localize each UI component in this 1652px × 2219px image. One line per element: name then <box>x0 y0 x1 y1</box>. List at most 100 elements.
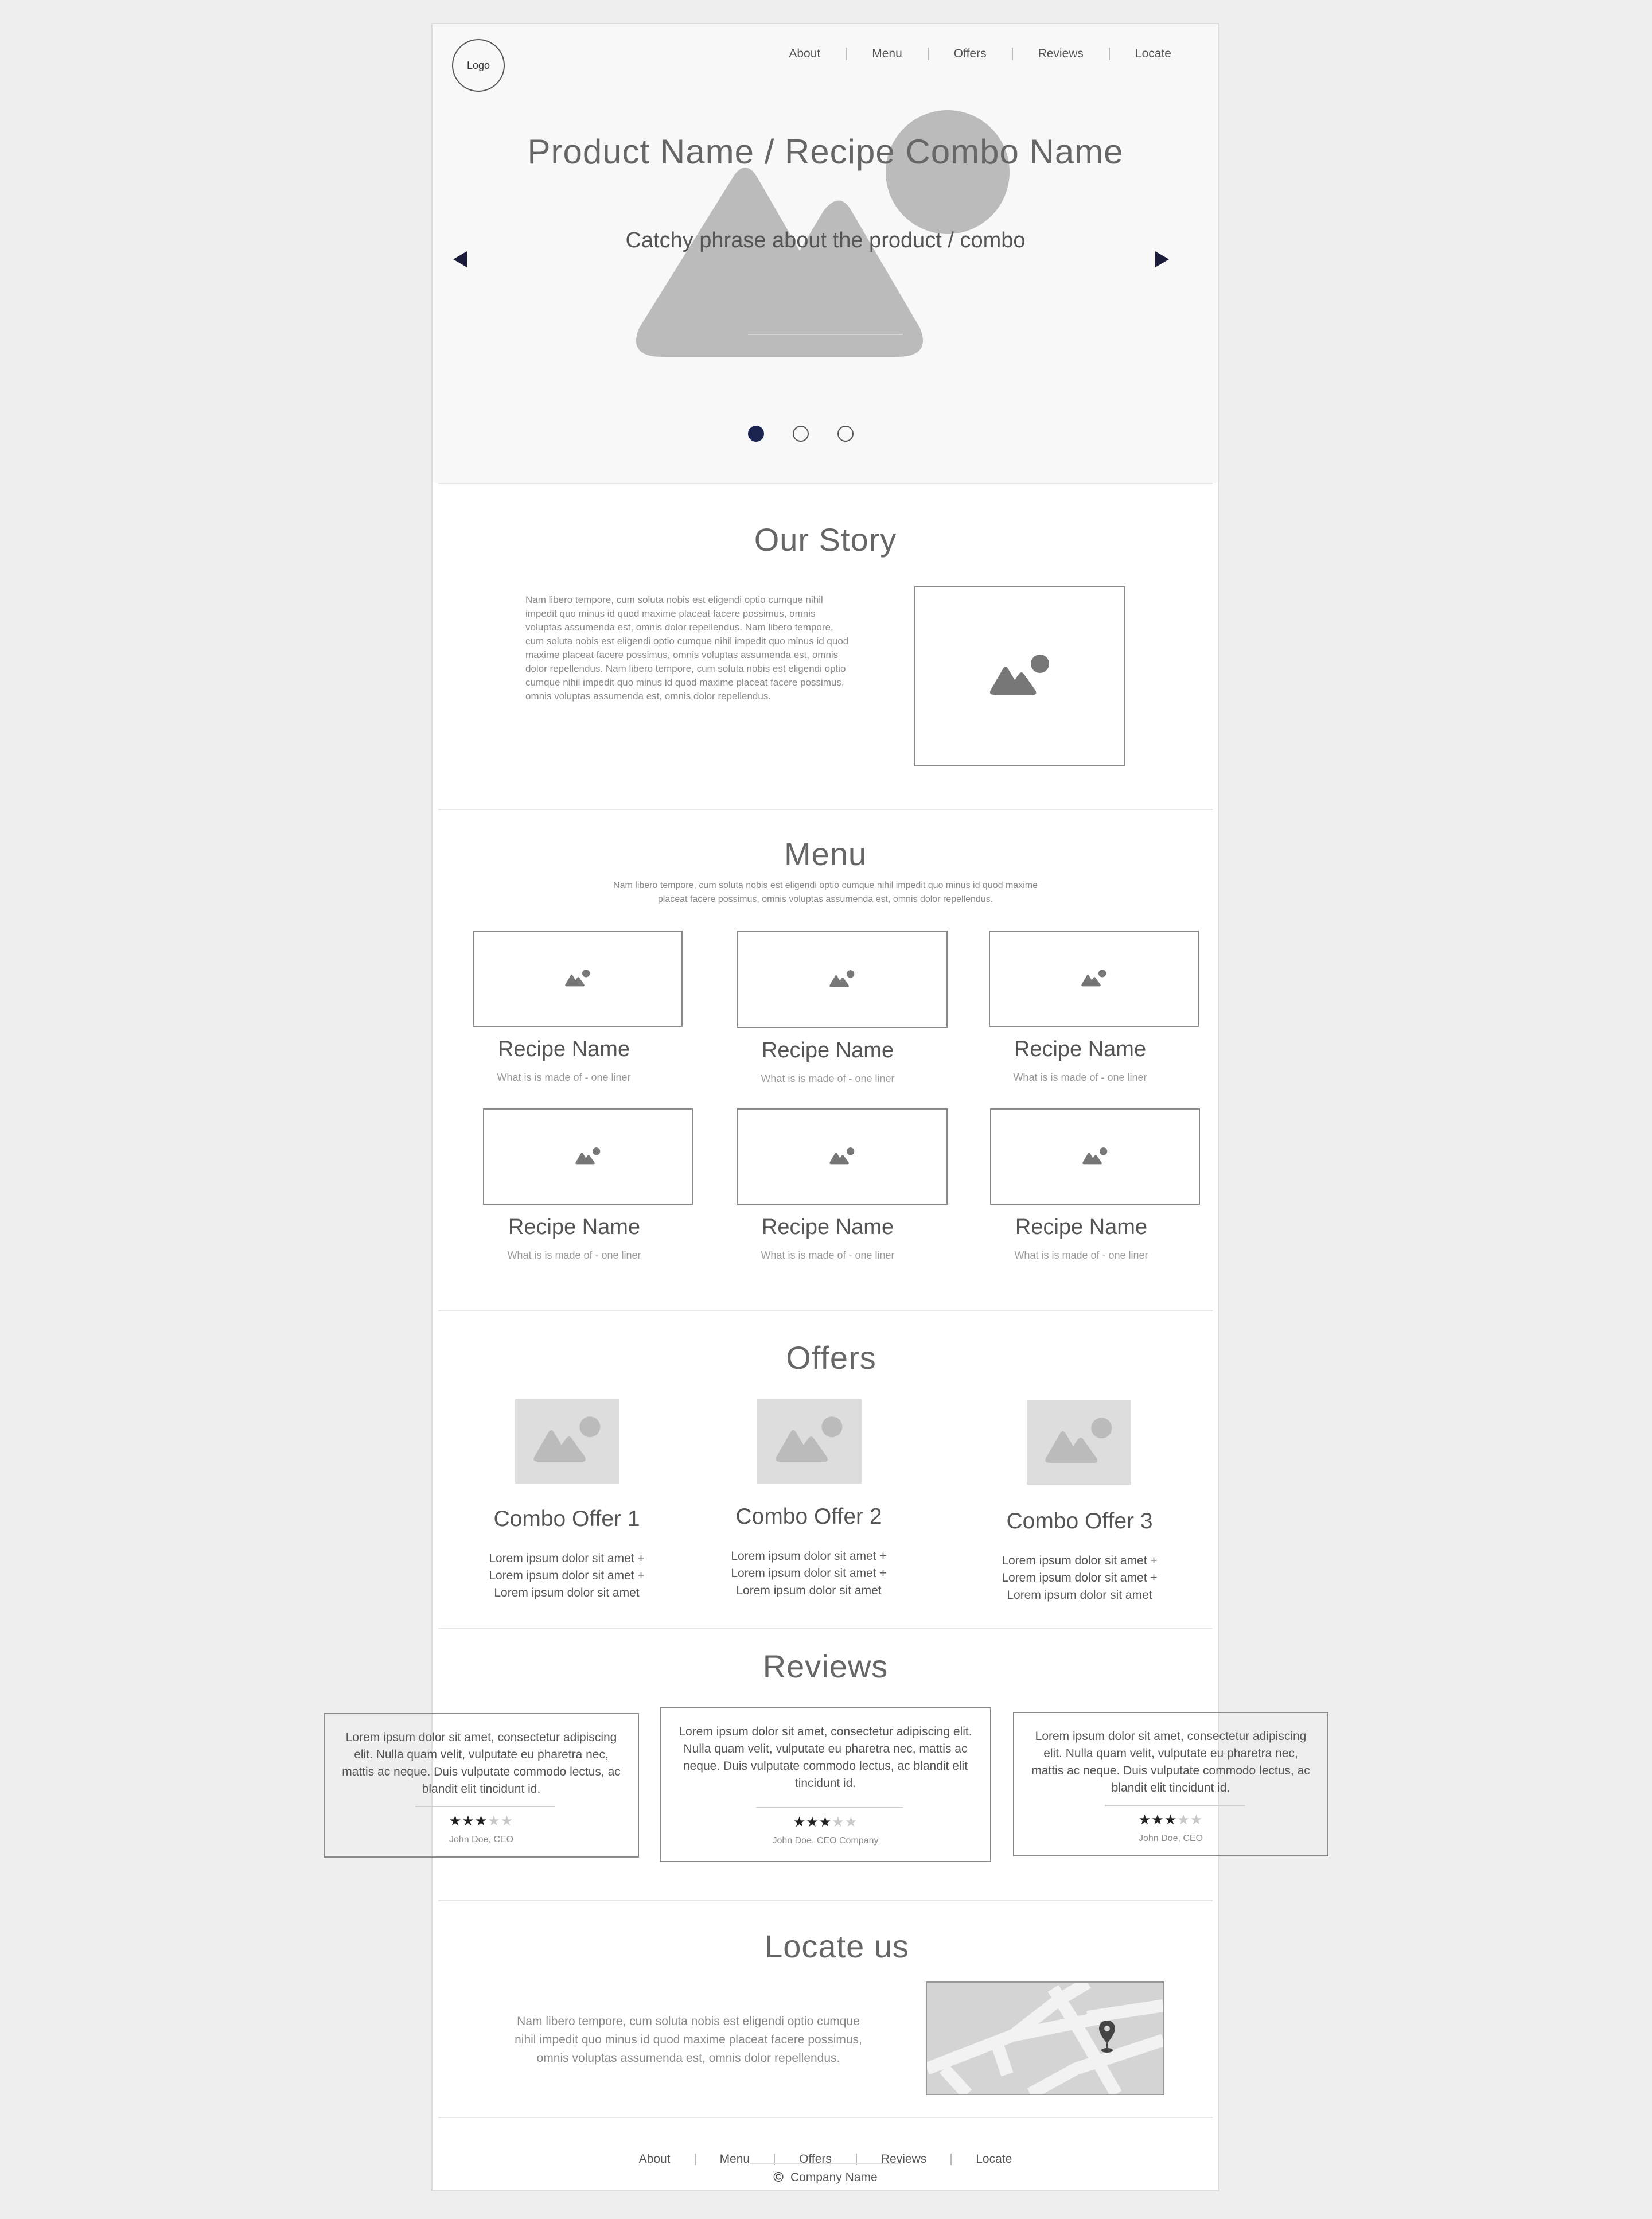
offer-line: Lorem ipsum dolor sit amet + <box>489 1569 645 1582</box>
recipe-name: Recipe Name <box>761 1038 894 1062</box>
star-icon: ★ <box>1190 1812 1203 1828</box>
nav-offers[interactable]: Offers <box>929 47 1012 61</box>
recipe-name: Recipe Name <box>1014 1037 1147 1061</box>
section-divider <box>438 2117 1213 2118</box>
image-icon <box>1081 970 1106 987</box>
star-icon: ★ <box>793 1815 806 1830</box>
hero-title: Product Name / Recipe Combo Name <box>527 133 1124 171</box>
star-icon: ★ <box>819 1815 832 1830</box>
offer-line: Lorem ipsum dolor sit amet <box>494 1586 640 1599</box>
star-icon: ★ <box>1151 1812 1164 1828</box>
recipe-image[interactable] <box>737 931 948 1028</box>
footer-nav-about[interactable]: About <box>615 2152 695 2166</box>
recipe-image[interactable] <box>990 1108 1200 1205</box>
offer-name: Combo Offer 1 <box>493 1506 640 1531</box>
arrow-left-icon[interactable] <box>453 251 467 267</box>
image-icon <box>1082 1147 1108 1165</box>
star-icon: ★ <box>1138 1812 1152 1828</box>
page: Logo About Menu Offers Reviews Locate Pr… <box>431 23 1219 2191</box>
star-rating: ★★★★★ <box>661 1814 990 1831</box>
hero-section: Logo About Menu Offers Reviews Locate Pr… <box>433 24 1218 483</box>
footer-line <box>750 2163 901 2164</box>
arrow-right-icon[interactable] <box>1155 251 1169 267</box>
star-rating: ★★★★★ <box>1014 1812 1327 1828</box>
footer-nav-locate[interactable]: Locate <box>952 2152 1036 2166</box>
offer-line: Lorem ipsum dolor sit amet + <box>1002 1571 1158 1585</box>
section-divider <box>438 809 1213 810</box>
offers-title: Offers <box>786 1340 876 1376</box>
recipe-desc: What is is made of - one liner <box>761 1073 895 1084</box>
offer-image[interactable] <box>515 1399 620 1484</box>
menu-title: Menu <box>784 836 867 872</box>
recipe-desc: What is is made of - one liner <box>507 1249 641 1261</box>
offer-line: Lorem ipsum dolor sit amet + <box>731 1550 887 1563</box>
recipe-name: Recipe Name <box>1015 1215 1148 1239</box>
recipe-desc: What is is made of - one liner <box>497 1072 631 1083</box>
recipe-image[interactable] <box>737 1108 948 1205</box>
star-rating: ★★★★★ <box>325 1813 638 1829</box>
star-icon: ★ <box>1177 1812 1190 1828</box>
nav-locate[interactable]: Locate <box>1110 47 1171 61</box>
carousel-dot-1[interactable] <box>748 426 764 442</box>
image-icon <box>829 970 855 987</box>
recipe-name: Recipe Name <box>497 1037 630 1061</box>
carousel-dot-2[interactable] <box>793 426 809 442</box>
footer-nav-offers[interactable]: Offers <box>775 2152 856 2166</box>
image-icon <box>575 1147 601 1165</box>
recipe-name: Recipe Name <box>508 1215 641 1239</box>
map-icon[interactable] <box>926 1981 1164 2095</box>
star-icon: ★ <box>462 1813 475 1829</box>
logo[interactable]: Logo <box>452 39 505 92</box>
offer-desc: Lorem ipsum dolor sit amet + Lorem ipsum… <box>481 1550 653 1602</box>
offer-line: Lorem ipsum dolor sit amet + <box>731 1567 887 1580</box>
offer-desc: Lorem ipsum dolor sit amet + Lorem ipsum… <box>993 1552 1166 1604</box>
offer-line: Lorem ipsum dolor sit amet <box>1007 1589 1152 1602</box>
star-icon: ★ <box>474 1813 488 1829</box>
image-icon <box>565 970 590 987</box>
star-icon: ★ <box>844 1815 858 1830</box>
locate-text: Nam libero tempore, cum soluta nobis est… <box>515 2015 862 2065</box>
recipe-desc: What is is made of - one liner <box>1014 1249 1148 1261</box>
offer-line: Lorem ipsum dolor sit amet + <box>1002 1554 1158 1567</box>
section-divider <box>438 1310 1213 1311</box>
logo-label: Logo <box>466 59 490 71</box>
review-text: Lorem ipsum dolor sit amet, consectetur … <box>1031 1730 1310 1794</box>
image-icon <box>533 1416 601 1462</box>
review-author: John Doe, CEO <box>449 1835 514 1844</box>
section-divider <box>438 1900 1213 1901</box>
image-icon <box>1045 1418 1112 1463</box>
locate-title: Locate us <box>765 1928 909 1964</box>
offer-line: Lorem ipsum dolor sit amet <box>736 1584 882 1597</box>
review-author: John Doe, CEO Company <box>772 1836 879 1846</box>
recipe-desc: What is is made of - one liner <box>1013 1072 1147 1083</box>
carousel-dot-3[interactable] <box>837 426 854 442</box>
footer-nav: About Menu Offers Reviews Locate <box>433 2152 1218 2166</box>
review-text: Lorem ipsum dolor sit amet, consectetur … <box>342 1731 621 1796</box>
review-divider <box>1105 1805 1245 1806</box>
star-icon: ★ <box>500 1813 514 1829</box>
review-card: Lorem ipsum dolor sit amet, consectetur … <box>1013 1712 1328 1856</box>
nav-menu[interactable]: Menu <box>847 47 928 61</box>
recipe-image[interactable] <box>989 931 1199 1027</box>
top-nav: About Menu Offers Reviews Locate <box>763 47 1171 61</box>
story-text: Nam libero tempore, cum soluta nobis est… <box>525 594 849 702</box>
footer-nav-menu[interactable]: Menu <box>696 2152 774 2166</box>
recipe-desc: What is is made of - one liner <box>761 1249 895 1261</box>
reviews-title: Reviews <box>762 1648 889 1684</box>
offer-desc: Lorem ipsum dolor sit amet + Lorem ipsum… <box>723 1548 895 1599</box>
image-icon <box>829 1147 855 1165</box>
star-icon: ★ <box>449 1813 462 1829</box>
recipe-image[interactable] <box>483 1108 693 1205</box>
nav-about[interactable]: About <box>763 47 846 61</box>
footer-nav-reviews[interactable]: Reviews <box>857 2152 950 2166</box>
review-card: Lorem ipsum dolor sit amet, consectetur … <box>324 1713 639 1858</box>
review-author: John Doe, CEO <box>1138 1833 1203 1843</box>
review-text: Lorem ipsum dolor sit amet, consectetur … <box>679 1725 972 1790</box>
offer-image[interactable] <box>1027 1400 1131 1485</box>
recipe-image[interactable] <box>473 931 683 1027</box>
star-icon: ★ <box>806 1815 819 1830</box>
nav-reviews[interactable]: Reviews <box>1013 47 1109 61</box>
footer-copyright: © Company Name <box>433 2170 1218 2186</box>
review-divider <box>756 1807 903 1808</box>
offer-image[interactable] <box>757 1399 862 1484</box>
